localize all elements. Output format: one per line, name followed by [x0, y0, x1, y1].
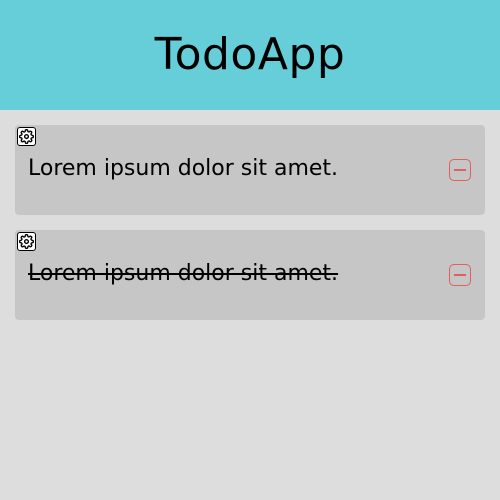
todo-text-completed[interactable]: Lorem ipsum dolor sit amet. [28, 261, 338, 287]
minus-square-icon [454, 169, 466, 171]
minus-square-icon [454, 274, 466, 276]
remove-todo-button[interactable] [449, 159, 471, 181]
todo-app: TodoApp Lorem ipsum dolor sit amet. Lore… [0, 0, 500, 500]
todo-settings-button[interactable] [17, 232, 36, 251]
app-title: TodoApp [154, 29, 346, 80]
todo-item[interactable]: Lorem ipsum dolor sit amet. [15, 125, 485, 215]
todo-list: Lorem ipsum dolor sit amet. Lorem ipsum … [15, 125, 485, 335]
gear-icon [19, 234, 34, 249]
remove-todo-button[interactable] [449, 264, 471, 286]
todo-item[interactable]: Lorem ipsum dolor sit amet. [15, 230, 485, 320]
todo-settings-button[interactable] [17, 127, 36, 146]
gear-icon [19, 129, 34, 144]
todo-text[interactable]: Lorem ipsum dolor sit amet. [28, 156, 338, 182]
app-header: TodoApp [0, 0, 500, 110]
